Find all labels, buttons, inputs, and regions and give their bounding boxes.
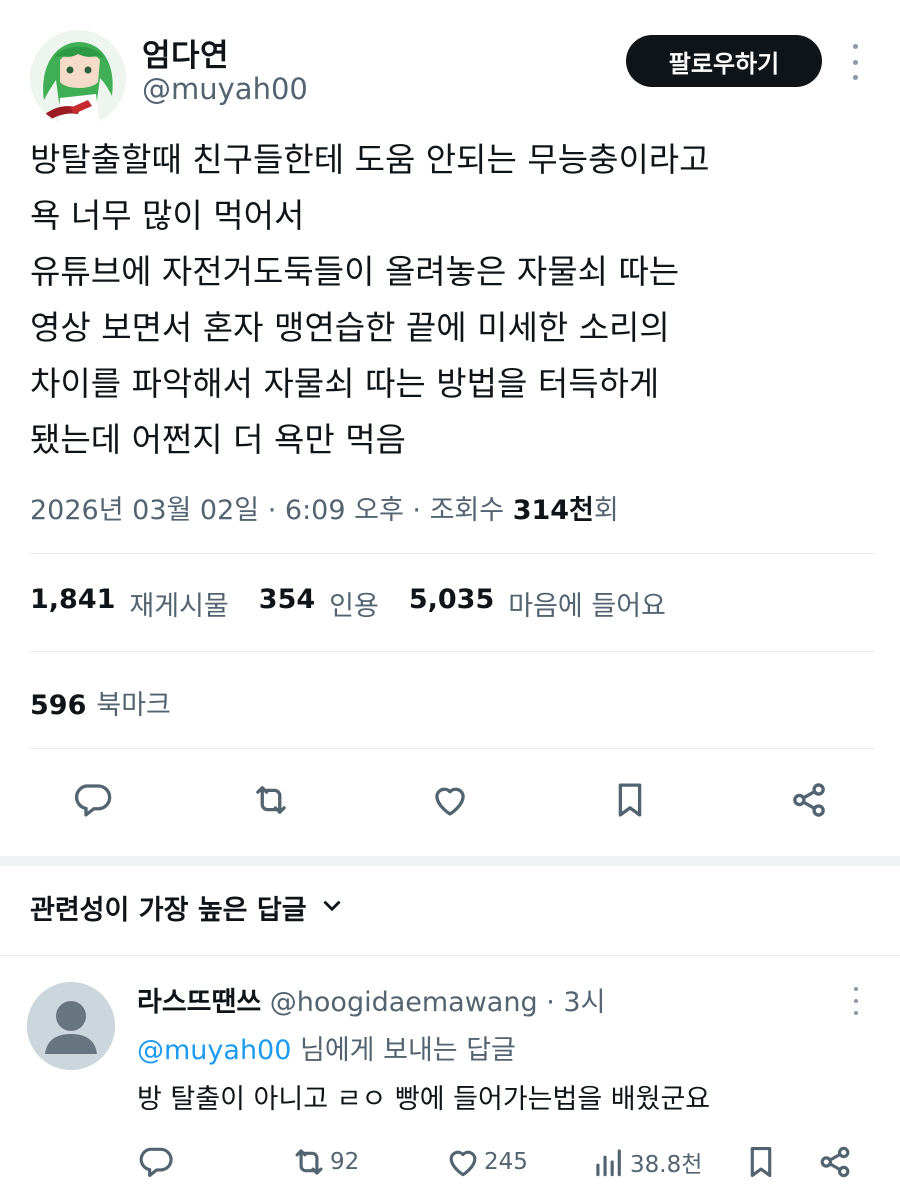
reply-retweet-button[interactable]: 92 bbox=[290, 1143, 359, 1181]
bookmark-icon bbox=[750, 1146, 772, 1178]
bookmark-label: 북마크 bbox=[96, 690, 171, 721]
reply-views-count: 38.8천 bbox=[630, 1152, 703, 1178]
bookmark-stats: 596 북마크 bbox=[30, 683, 201, 722]
reply-share-button[interactable] bbox=[816, 1143, 854, 1181]
replying-to-label: 님에게 보내는 답글 bbox=[300, 1035, 516, 1066]
reply-reply-button[interactable] bbox=[137, 1143, 175, 1181]
engagement-stats: 1,841 재게시물 354 인용 5,035 마음에 들어요 bbox=[30, 584, 696, 623]
reply-icon bbox=[139, 1147, 173, 1178]
views-label: 조회수 bbox=[429, 495, 505, 526]
views-count: 314천 bbox=[512, 495, 594, 526]
tweet-date[interactable]: 2026년 03월 02일 bbox=[30, 495, 259, 526]
tweet-meta: 2026년 03월 02일 · 6:09 오후 · 조회수 314천회 bbox=[30, 495, 619, 526]
anime-avatar-image bbox=[30, 30, 126, 126]
bookmark-icon[interactable] bbox=[606, 776, 654, 824]
like-icon[interactable] bbox=[426, 776, 474, 824]
reply-views-button[interactable]: 38.8천 bbox=[590, 1143, 702, 1181]
reply-sort-dropdown[interactable]: 관련성이 가장 높은 답글 bbox=[30, 888, 345, 927]
reply-text: 방 탈출이 아니고 ㄹㅇ 빵에 들어가는법을 배웠군요 bbox=[137, 1084, 711, 1115]
views-icon bbox=[596, 1149, 621, 1177]
tweet-text: 방탈출할때 친구들한테 도움 안되는 무능충이라고 욕 너무 많이 먹어서 유튜… bbox=[30, 140, 710, 459]
like-count[interactable]: 5,035 bbox=[409, 584, 494, 623]
bookmark-count: 596 bbox=[30, 690, 87, 721]
views-suffix: 회 bbox=[593, 495, 619, 526]
replying-to-mention[interactable]: @muyah00 bbox=[137, 1035, 291, 1066]
author-avatar[interactable] bbox=[30, 30, 126, 126]
retweet-label[interactable]: 재게시물 bbox=[129, 584, 228, 623]
divider bbox=[30, 748, 875, 749]
divider bbox=[30, 553, 875, 554]
tweet-time[interactable]: 6:09 오후 bbox=[285, 495, 404, 526]
section-separator bbox=[0, 856, 900, 866]
reply-avatar[interactable] bbox=[27, 982, 115, 1070]
reply-header: 라스뜨땐쓰 @hoogidaemawang · 3시 bbox=[137, 980, 605, 1019]
replying-to: @muyah00 님에게 보내는 답글 bbox=[137, 1028, 516, 1067]
separator: · bbox=[546, 987, 555, 1018]
share-icon bbox=[820, 1146, 850, 1178]
reply-handle[interactable]: @hoogidaemawang bbox=[270, 987, 538, 1018]
retweet-icon bbox=[295, 1149, 323, 1175]
divider bbox=[0, 955, 900, 956]
quote-label[interactable]: 인용 bbox=[329, 584, 379, 623]
chevron-down-icon bbox=[307, 889, 345, 926]
more-options-icon[interactable] bbox=[842, 44, 868, 80]
like-icon bbox=[449, 1150, 477, 1177]
retweet-count[interactable]: 1,841 bbox=[30, 584, 115, 623]
quote-count[interactable]: 354 bbox=[259, 584, 315, 623]
retweet-icon[interactable] bbox=[247, 776, 295, 824]
reply-sort-label: 관련성이 가장 높은 답글 bbox=[30, 895, 307, 926]
share-icon[interactable] bbox=[785, 776, 833, 824]
reply-display-name[interactable]: 라스뜨땐쓰 bbox=[137, 987, 261, 1018]
reply-retweet-count: 92 bbox=[330, 1149, 360, 1175]
reply-time[interactable]: 3시 bbox=[563, 987, 605, 1018]
reply-like-button[interactable]: 245 bbox=[444, 1143, 528, 1181]
reply-more-options-icon[interactable] bbox=[848, 987, 864, 1015]
reply-like-count: 245 bbox=[484, 1149, 528, 1175]
reply-bookmark-button[interactable] bbox=[742, 1143, 780, 1181]
follow-button[interactable]: 팔로우하기 bbox=[626, 35, 822, 87]
author-display-name[interactable]: 엄다연 bbox=[142, 30, 229, 75]
divider bbox=[30, 651, 875, 652]
reply-icon[interactable] bbox=[69, 776, 117, 824]
author-handle[interactable]: @muyah00 bbox=[142, 72, 308, 106]
default-user-icon bbox=[27, 982, 115, 1070]
like-label[interactable]: 마음에 들어요 bbox=[508, 584, 666, 623]
